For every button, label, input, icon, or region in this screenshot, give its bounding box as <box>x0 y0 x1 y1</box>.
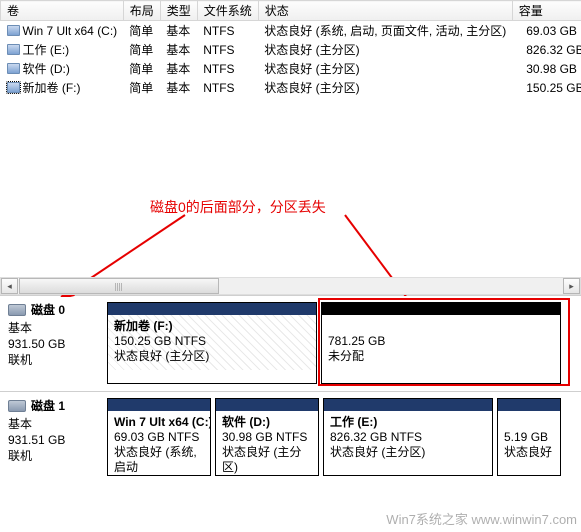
unalloc-size: 781.25 GB <box>328 334 554 349</box>
table-header-row: 卷 布局 类型 文件系统 状态 容量 <box>1 1 581 21</box>
disk0-partitions: 新加卷 (F:) 150.25 GB NTFS 状态良好 (主分区) 781.2… <box>105 296 581 391</box>
disk0-size: 931.50 GB <box>8 336 99 352</box>
scroll-right-button[interactable]: ▸ <box>563 278 580 294</box>
unalloc-label: 未分配 <box>328 349 554 364</box>
volume-table: 卷 布局 类型 文件系统 状态 容量 Win 7 Ult x64 (C:) 简单… <box>0 0 581 97</box>
col-header-volume[interactable]: 卷 <box>1 1 124 21</box>
disk1-partition-last[interactable]: 5.19 GB 状态良好 <box>497 398 561 476</box>
volume-layout: 简单 <box>123 21 160 41</box>
volume-icon <box>7 25 20 36</box>
volume-name: Win 7 Ult x64 (C:) <box>23 24 118 38</box>
volume-name: 工作 (E:) <box>23 43 70 57</box>
disk1-partition-d[interactable]: 软件 (D:) 30.98 GB NTFS 状态良好 (主分区) <box>215 398 319 476</box>
partition-title: 新加卷 (F:) <box>114 319 310 334</box>
volume-icon <box>7 44 20 55</box>
watermark-text: Win7系统之家 www.winwin7.com <box>386 509 577 528</box>
col-header-capacity[interactable]: 容量 <box>512 1 581 21</box>
volume-row[interactable]: Win 7 Ult x64 (C:) 简单 基本 NTFS 状态良好 (系统, … <box>1 21 581 41</box>
partition-stripe <box>322 303 560 315</box>
disk1-partition-e[interactable]: 工作 (E:) 826.32 GB NTFS 状态良好 (主分区) <box>323 398 493 476</box>
volume-name: 软件 (D:) <box>23 62 70 76</box>
scroll-thumb[interactable] <box>19 278 219 294</box>
disk1-info[interactable]: 磁盘 1 基本 931.51 GB 联机 <box>0 392 105 483</box>
volume-row[interactable]: 软件 (D:) 简单 基本 NTFS 状态良好 (主分区) 30.98 GB <box>1 59 581 78</box>
volume-fs: NTFS <box>197 21 258 41</box>
col-header-status[interactable]: 状态 <box>258 1 512 21</box>
volume-icon <box>7 63 20 74</box>
col-header-fs[interactable]: 文件系统 <box>197 1 258 21</box>
col-header-layout[interactable]: 布局 <box>123 1 160 21</box>
disk1-partition-c[interactable]: Win 7 Ult x64 (C:) 69.03 GB NTFS 状态良好 (系… <box>107 398 211 476</box>
disk0-title: 磁盘 0 <box>31 302 65 318</box>
col-header-type[interactable]: 类型 <box>160 1 197 21</box>
disk0-state: 联机 <box>8 352 99 368</box>
partition-status: 状态良好 (主分区) <box>114 349 310 364</box>
volume-row[interactable]: 新加卷 (F:) 简单 基本 NTFS 状态良好 (主分区) 150.25 GB <box>1 78 581 97</box>
horizontal-scrollbar[interactable]: ◂ ▸ <box>0 277 581 295</box>
blank-area: 磁盘0的后面部分，分区丢失 <box>0 97 581 277</box>
disk-icon <box>8 304 26 316</box>
disk1-title: 磁盘 1 <box>31 398 65 414</box>
volume-row[interactable]: 工作 (E:) 简单 基本 NTFS 状态良好 (主分区) 826.32 GB <box>1 40 581 59</box>
volume-type: 基本 <box>160 21 197 41</box>
disk-icon <box>8 400 26 412</box>
disk0-info[interactable]: 磁盘 0 基本 931.50 GB 联机 <box>0 296 105 391</box>
disk1-state: 联机 <box>8 448 99 464</box>
volume-icon <box>7 82 20 93</box>
disk1-size: 931.51 GB <box>8 432 99 448</box>
volume-name: 新加卷 (F:) <box>23 81 81 95</box>
disk1-row: 磁盘 1 基本 931.51 GB 联机 Win 7 Ult x64 (C:) … <box>0 391 581 483</box>
disk0-type: 基本 <box>8 320 99 336</box>
partition-size: 150.25 GB NTFS <box>114 334 310 349</box>
partition-stripe <box>108 303 316 315</box>
volume-capacity: 69.03 GB <box>512 21 581 41</box>
annotation-arrows <box>0 97 581 297</box>
disk0-row: 磁盘 0 基本 931.50 GB 联机 新加卷 (F:) 150.25 GB … <box>0 295 581 391</box>
disk1-type: 基本 <box>8 416 99 432</box>
scroll-left-button[interactable]: ◂ <box>1 278 18 294</box>
disk0-partition-f[interactable]: 新加卷 (F:) 150.25 GB NTFS 状态良好 (主分区) <box>107 302 317 384</box>
disk1-partitions: Win 7 Ult x64 (C:) 69.03 GB NTFS 状态良好 (系… <box>105 392 581 483</box>
disk0-unallocated[interactable]: 781.25 GB 未分配 <box>321 302 561 384</box>
volume-status: 状态良好 (系统, 启动, 页面文件, 活动, 主分区) <box>258 21 512 41</box>
